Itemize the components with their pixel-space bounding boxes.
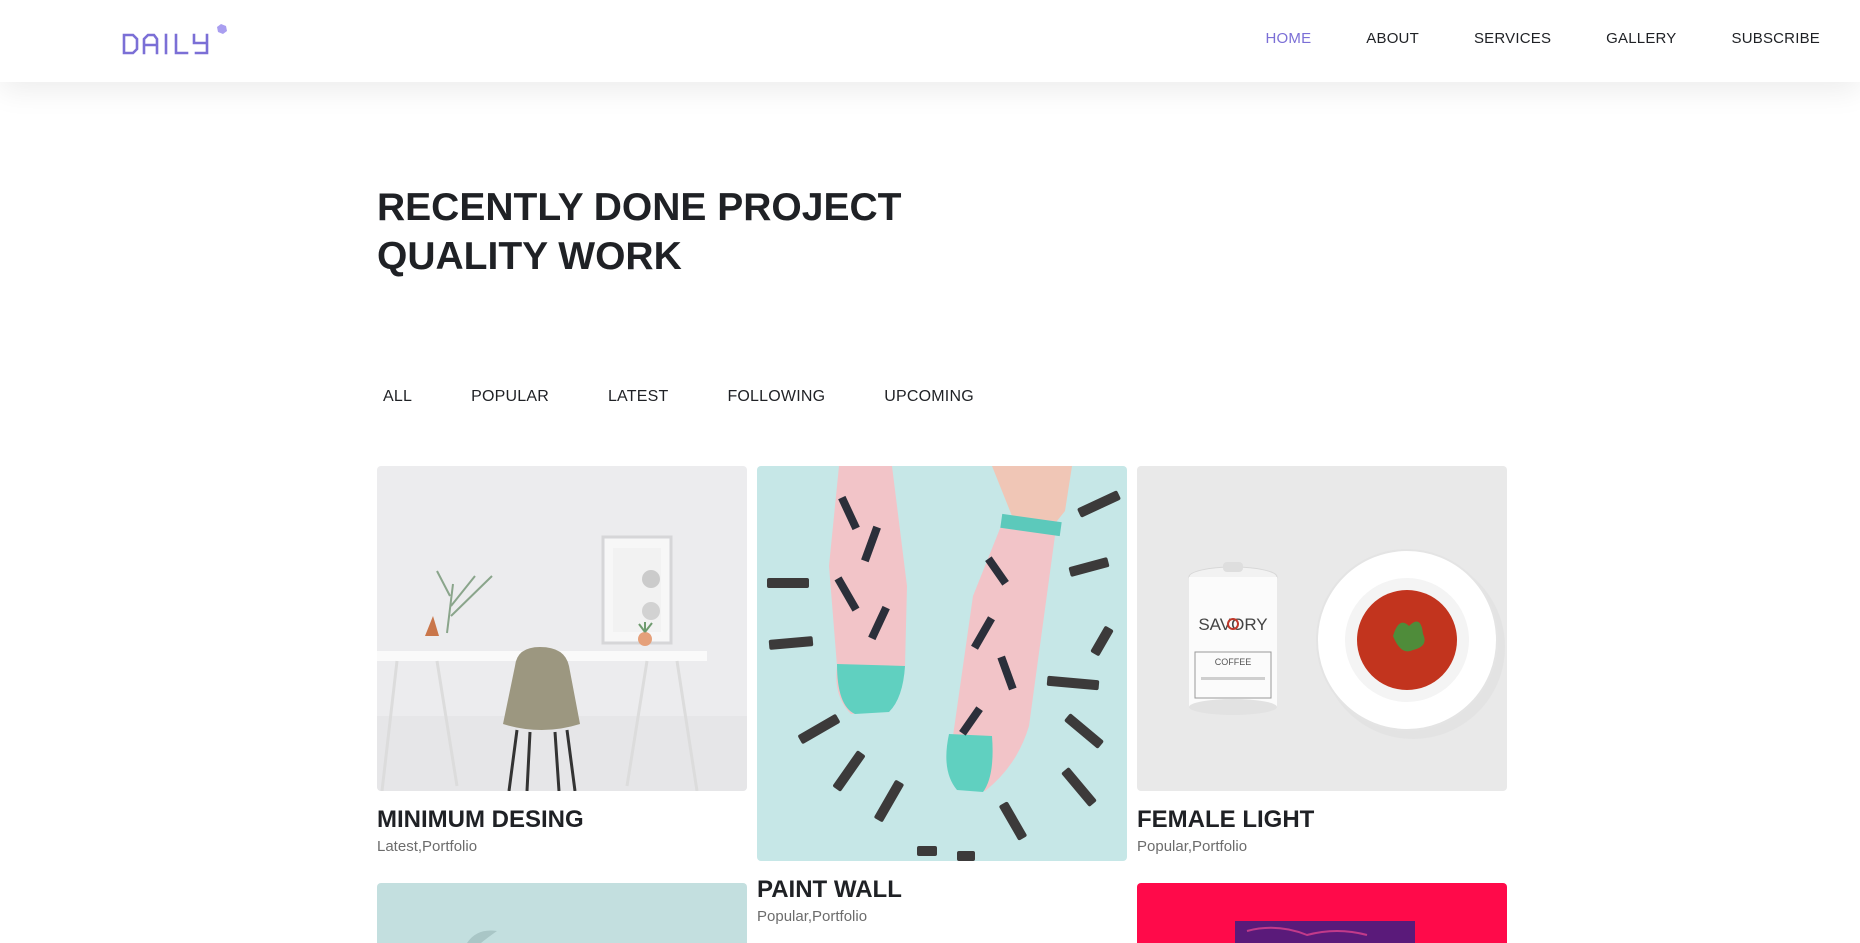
project-tags: Popular,Portfolio — [1137, 838, 1248, 855]
filter-all[interactable]: ALL — [383, 388, 412, 406]
filter-latest[interactable]: LATEST — [608, 388, 668, 406]
filter-following[interactable]: FOLLOWING — [727, 388, 825, 406]
project-title[interactable]: PAINT WALL — [757, 876, 902, 904]
project-image-mint[interactable] — [377, 883, 747, 943]
main-nav: HOME ABOUT SERVICES GALLERY SUBSCRIBE — [1210, 0, 1820, 76]
section-title-line2: QUALITY WORK — [377, 235, 682, 278]
project-image-paint-wall[interactable] — [757, 466, 1127, 861]
brand-logo[interactable] — [120, 24, 240, 58]
project-image-female-light[interactable]: SAVORY COFFEE — [1137, 466, 1507, 791]
project-title[interactable]: MINIMUM DESING — [377, 806, 584, 834]
site-header: HOME ABOUT SERVICES GALLERY SUBSCRIBE — [0, 0, 1860, 82]
filter-upcoming[interactable]: UPCOMING — [884, 388, 974, 406]
nav-about[interactable]: ABOUT — [1366, 30, 1419, 47]
nav-home[interactable]: HOME — [1265, 30, 1311, 47]
filter-popular[interactable]: POPULAR — [471, 388, 549, 406]
project-title[interactable]: FEMALE LIGHT — [1137, 806, 1314, 834]
section-title: RECENTLY DONE PROJECT QUALITY WORK — [377, 183, 1077, 281]
project-image-poster[interactable] — [1137, 883, 1507, 943]
project-tags: Latest,Portfolio — [377, 838, 478, 855]
project-image-minimum-desing[interactable] — [377, 466, 747, 791]
nav-subscribe[interactable]: SUBSCRIBE — [1732, 30, 1821, 47]
svg-text:SAVORY: SAVORY — [1198, 615, 1267, 634]
nav-gallery[interactable]: GALLERY — [1606, 30, 1676, 47]
nav-services[interactable]: SERVICES — [1474, 30, 1551, 47]
project-tags: Popular,Portfolio — [757, 908, 868, 925]
svg-text:COFFEE: COFFEE — [1215, 657, 1252, 667]
portfolio-filters: ALL POPULAR LATEST FOLLOWING UPCOMING — [383, 388, 1033, 406]
section-title-line1: RECENTLY DONE PROJECT — [377, 186, 902, 229]
